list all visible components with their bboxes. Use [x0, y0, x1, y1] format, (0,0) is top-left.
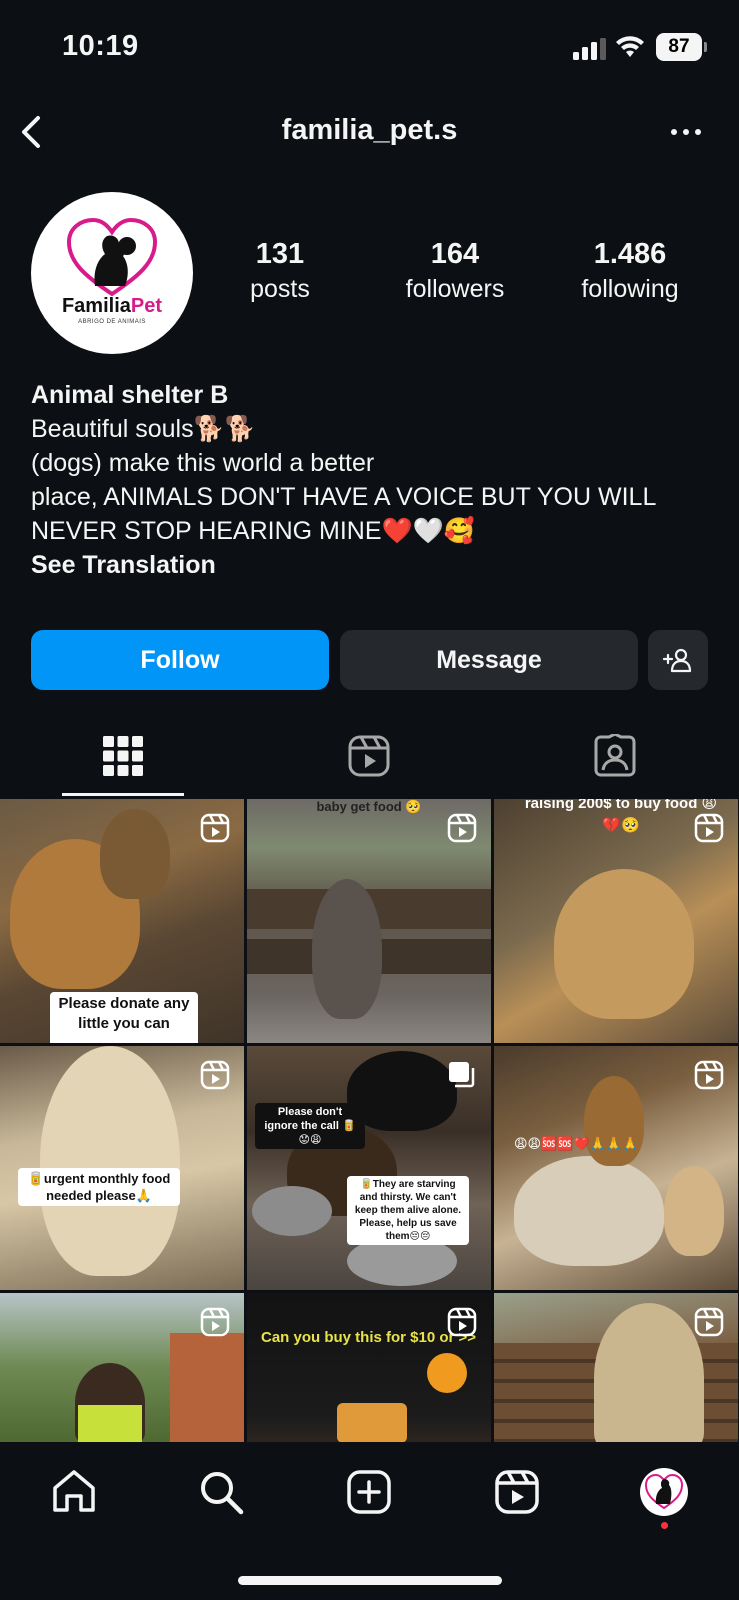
food-photo: [337, 1403, 407, 1442]
reel-icon: [447, 813, 477, 843]
posts-grid: Please donate any little you can baby ge…: [0, 799, 739, 1442]
post-caption: 😩😩🆘🆘❤️🙏🙏🙏: [514, 1136, 639, 1151]
profile-display-name: Animal shelter B: [31, 381, 229, 409]
profile-avatar[interactable]: FamiliaPet ABRIGO DE ANIMAIS: [31, 192, 193, 354]
puppy-photo: [40, 1046, 180, 1276]
notification-dot: [661, 1522, 668, 1529]
follow-button[interactable]: Follow: [31, 630, 329, 690]
profile-bio: Animal shelter B Beautiful souls🐕🐕 (dogs…: [31, 378, 711, 582]
profile-username: familia_pet.s: [281, 114, 458, 146]
orange-photo: [427, 1353, 467, 1393]
following-label: following: [581, 275, 679, 303]
brand-logo-icon: [66, 217, 158, 296]
post-caption: Please don't ignore the call 🥫😟😩: [255, 1103, 365, 1149]
post-thumbnail[interactable]: [494, 1293, 738, 1442]
safety-vest: [78, 1405, 142, 1442]
dog-photo: [584, 1076, 644, 1166]
bio-line: (dogs) make this world a better: [31, 449, 375, 477]
carousel-icon: [449, 1062, 475, 1088]
reels-nav-icon[interactable]: [493, 1468, 541, 1516]
post-caption: Please donate any little you can: [50, 992, 198, 1043]
post-caption: raising 200$ to buy food 😩💔🥺: [524, 799, 718, 834]
followers-count: 164: [430, 238, 480, 270]
more-options-icon[interactable]: [668, 114, 704, 150]
reel-icon: [200, 1307, 230, 1337]
dog-photo: [100, 809, 170, 899]
stat-posts[interactable]: 131 posts: [230, 238, 330, 304]
message-button[interactable]: Message: [340, 630, 638, 690]
post-thumbnail[interactable]: baby get food 🥺: [247, 799, 491, 1043]
stat-following[interactable]: 1.486 following: [560, 238, 700, 304]
reel-icon: [694, 1060, 724, 1090]
profile-header: familia_pet.s: [0, 100, 739, 166]
see-translation-link[interactable]: See Translation: [31, 548, 711, 582]
bowl-photo: [252, 1186, 332, 1236]
reel-icon: [694, 1307, 724, 1337]
cellular-signal-icon: [573, 38, 606, 60]
reel-icon: [447, 1307, 477, 1337]
active-tab-indicator: [62, 793, 184, 796]
following-count: 1.486: [593, 238, 667, 270]
dog-photo: [664, 1166, 724, 1256]
brand-logo-word-1: Familia: [61, 295, 131, 317]
post-thumbnail[interactable]: [0, 1293, 244, 1442]
suggest-users-button[interactable]: [648, 630, 708, 690]
reel-icon: [200, 813, 230, 843]
brand-logo-word-2: Pet: [130, 295, 163, 317]
dog-photo: [514, 1156, 664, 1266]
post-caption: Can you buy this for $10 or >>: [261, 1329, 477, 1346]
brand-logo-icon: [644, 1473, 684, 1510]
search-icon[interactable]: [197, 1468, 245, 1516]
wifi-icon: [616, 36, 644, 57]
brick-house: [170, 1333, 244, 1442]
reel-icon: [694, 813, 724, 843]
followers-label: followers: [405, 275, 505, 303]
battery-indicator: 87: [656, 33, 707, 61]
post-thumbnail[interactable]: Can you buy this for $10 or >>: [247, 1293, 491, 1442]
tagged-icon[interactable]: [593, 734, 637, 778]
child-photo: [594, 1303, 704, 1442]
dog-photo: [554, 869, 694, 1019]
status-bar: 10:19 87: [0, 0, 739, 90]
post-thumbnail[interactable]: Please don't ignore the call 🥫😟😩 🥫They a…: [247, 1046, 491, 1290]
post-thumbnail[interactable]: 🥫urgent monthly food needed please🙏: [0, 1046, 244, 1290]
bottom-navigation: [0, 1442, 739, 1600]
post-thumbnail[interactable]: raising 200$ to buy food 😩💔🥺: [494, 799, 738, 1043]
post-thumbnail[interactable]: 😩😩🆘🆘❤️🙏🙏🙏: [494, 1046, 738, 1290]
posts-count: 131: [255, 238, 305, 270]
bio-line: NEVER STOP HEARING MINE❤️🤍🥰: [31, 517, 475, 545]
grid-icon[interactable]: [101, 734, 145, 778]
post-caption: 🥫They are starving and thirsty. We can't…: [347, 1176, 469, 1245]
profile-tabs: [0, 716, 739, 798]
reels-icon[interactable]: [347, 734, 391, 778]
reel-icon: [200, 1060, 230, 1090]
home-indicator[interactable]: [238, 1576, 502, 1585]
post-caption: 🥫urgent monthly food needed please🙏: [18, 1168, 180, 1206]
posts-label: posts: [250, 275, 310, 303]
home-icon[interactable]: [50, 1468, 98, 1516]
brand-logo-text: FamiliaPet: [31, 295, 193, 318]
bio-line: Beautiful souls🐕🐕: [31, 415, 256, 443]
stat-followers[interactable]: 164 followers: [385, 238, 525, 304]
brand-logo-subtitle: ABRIGO DE ANIMAIS: [78, 319, 146, 325]
create-post-icon[interactable]: [345, 1468, 393, 1516]
bio-line: place, ANIMALS DON'T HAVE A VOICE BUT YO…: [31, 483, 657, 511]
post-thumbnail[interactable]: Please donate any little you can: [0, 799, 244, 1043]
profile-nav-avatar[interactable]: [640, 1468, 688, 1516]
status-time: 10:19: [62, 30, 139, 62]
puppy-photo: [312, 879, 382, 1019]
add-user-icon: [663, 648, 692, 673]
